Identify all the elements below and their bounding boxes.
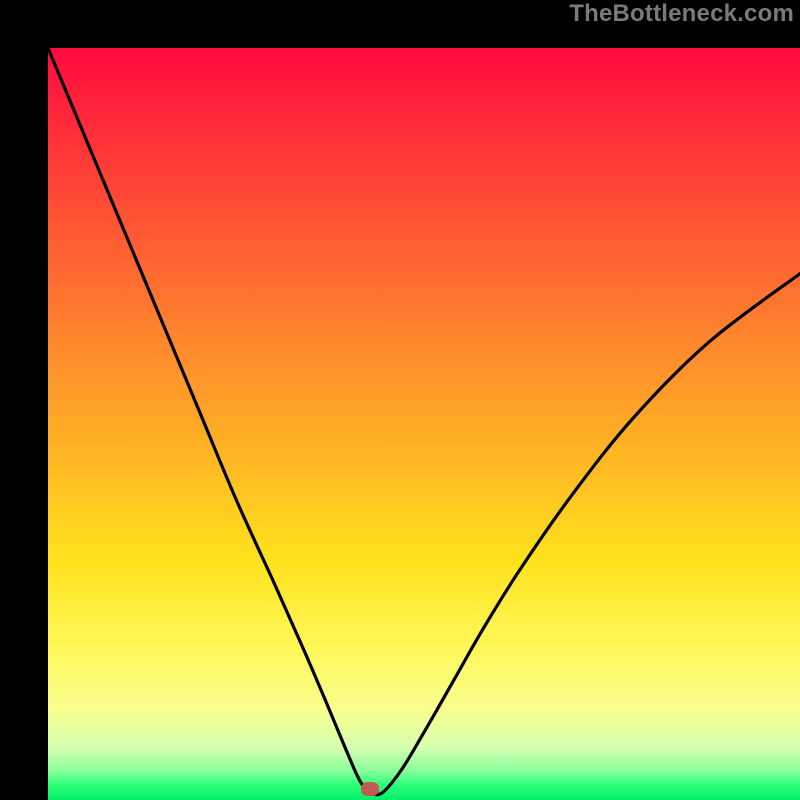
bottleneck-curve: [48, 48, 800, 800]
chart-frame: [0, 0, 800, 800]
watermark-text: TheBottleneck.com: [569, 0, 794, 28]
plot-area: [48, 48, 800, 800]
optimal-marker: [361, 782, 379, 796]
